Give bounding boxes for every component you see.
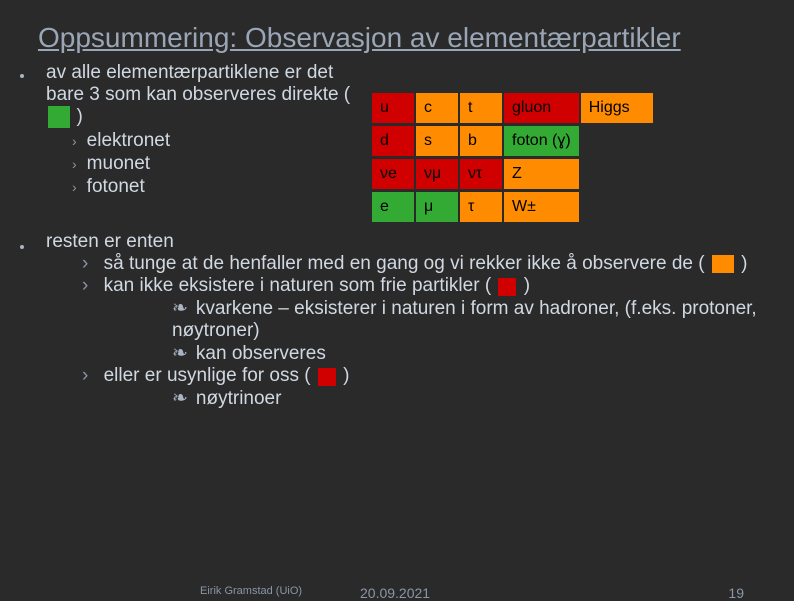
table-cell: gluon [504,93,579,123]
list-item: så tunge at de henfaller med en gang og … [82,253,764,275]
table-cell: νμ [416,159,458,189]
table-cell: u [372,93,414,123]
green-swatch-icon [48,106,70,128]
sub-pre: eller er usynlige for oss ( [104,365,311,386]
bullet-icon [20,62,32,199]
block2-intro: resten er enten [46,231,174,252]
sub-post: ) [343,365,349,386]
table-cell: b [460,126,502,156]
table-cell: c [416,93,458,123]
list-item: eller er usynlige for oss ( ) [82,365,764,387]
table-cell: ντ [460,159,502,189]
table-cell: e [372,192,414,222]
red-swatch-icon [498,278,516,296]
sub-post: ) [741,253,747,274]
footer-page: 19 [728,585,744,601]
table-cell: Z [504,159,579,189]
list-item: kvarkene – eksisterer i naturen i form a… [172,297,764,342]
table-cell: μ [416,192,458,222]
sub-post: ) [524,275,530,296]
list-item: elektronet [72,130,360,153]
intro-text: av alle elementærpartiklene er det bare … [46,62,350,105]
list-item: nøytrinoer [172,387,764,410]
footer-author: Eirik Gramstad (UiO) [200,585,302,597]
table-cell: d [372,126,414,156]
footer-date: 20.09.2021 [360,585,430,601]
table-cell: νe [372,159,414,189]
particle-table: uctgluonHiggs dsbfoton (ɣ) νeνμντZeμτW± [370,90,655,225]
slide-title: Oppsummering: Observasjon av elementærpa… [0,0,794,54]
table-cell: s [416,126,458,156]
table-cell: foton (ɣ) [504,126,579,156]
table-cell: t [460,93,502,123]
list-item: fotonet [72,176,360,199]
list-item: kan observeres [172,342,764,365]
red-swatch-icon [318,368,336,386]
list-item: kan ikke eksistere i naturen som frie pa… [82,275,764,297]
intro-close: ) [76,106,82,127]
bullet-icon [20,231,32,410]
sub-pre: så tunge at de henfaller med en gang og … [104,253,705,274]
table-cell: τ [460,192,502,222]
list-item: muonet [72,153,360,176]
table-cell: W± [504,192,579,222]
orange-swatch-icon [712,255,734,273]
sub-pre: kan ikke eksistere i naturen som frie pa… [104,275,492,296]
table-cell: Higgs [581,93,653,123]
